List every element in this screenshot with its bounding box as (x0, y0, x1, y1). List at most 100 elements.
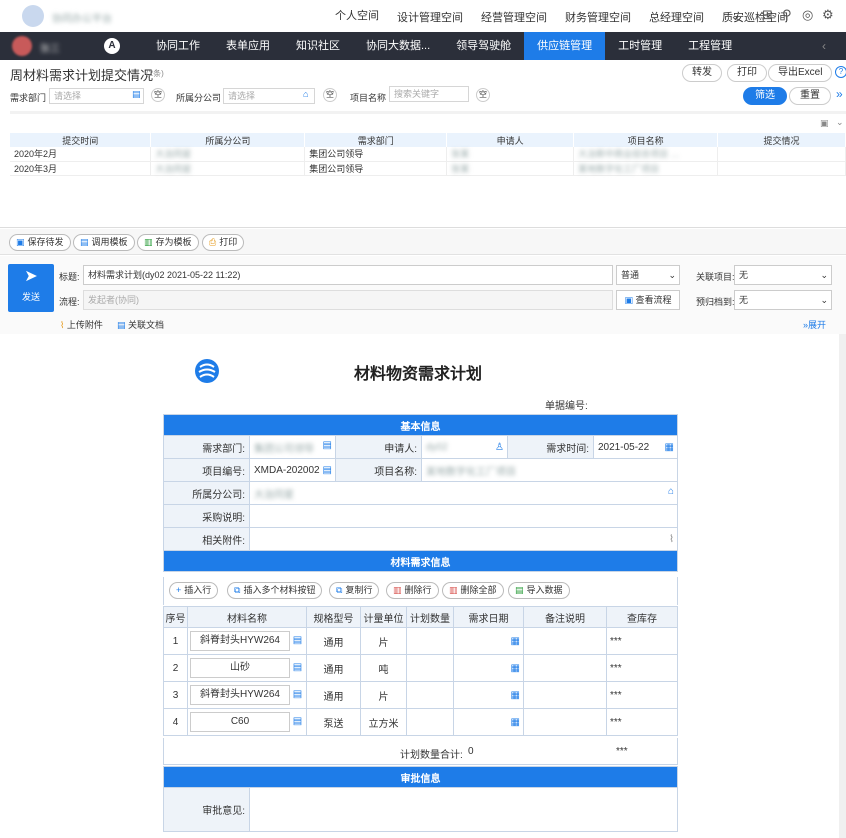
insert-row-button[interactable]: + 插入行 (169, 582, 219, 599)
save-template-button[interactable]: ▥ 存为模板 (137, 234, 199, 251)
space-tab[interactable]: 个人空间 (326, 2, 388, 34)
date-cell[interactable]: ▦ (453, 654, 524, 682)
material-name-input[interactable]: 斜脊封头HYW264 (190, 685, 290, 705)
table-row[interactable]: 2020年3月 大治同星 集团公司领导 张某 某地数字化工厂项目 (10, 161, 846, 176)
search-icon[interactable]: ⚲ (782, 7, 792, 23)
module-tab[interactable]: 领导驾驶舱 (443, 32, 524, 60)
gear-icon[interactable]: ⚙ (822, 7, 834, 23)
quantity-cell[interactable] (406, 654, 454, 682)
date-field[interactable]: 2021-05-22 ▦ (593, 435, 678, 459)
remark-cell[interactable] (523, 627, 607, 655)
delete-row-button[interactable]: ▥ 删除行 (386, 582, 439, 599)
org-icon[interactable]: ▤ (323, 440, 335, 451)
material-name-cell[interactable]: 斜脊封头HYW264 ▤ (187, 627, 307, 655)
chevron-down-icon[interactable]: ⌄ (836, 117, 844, 128)
dept-field[interactable]: 集团公司领导 ▤ (249, 435, 336, 459)
project-no-field[interactable]: XMDA-202002 ▤ (249, 458, 336, 482)
save-draft-button[interactable]: ▣ 保存待发 (9, 234, 71, 251)
stock-cell[interactable]: *** (606, 654, 678, 682)
quantity-cell[interactable] (406, 708, 454, 736)
remark-cell[interactable] (523, 654, 607, 682)
insert-multi-button[interactable]: ⧉ 插入多个材料按钮 (227, 582, 323, 599)
calendar-icon[interactable]: ▦ (511, 717, 520, 728)
material-name-cell[interactable]: 山砂 ▤ (187, 654, 307, 682)
filter-project-input[interactable]: 搜索关键字 (389, 86, 469, 102)
module-tab[interactable]: 知识社区 (283, 32, 353, 60)
priority-select[interactable]: 普通 ⌄ (616, 265, 680, 285)
stock-cell[interactable]: *** (606, 681, 678, 709)
export-excel-button[interactable]: 导出Excel (768, 64, 833, 82)
date-cell[interactable]: ▦ (453, 681, 524, 709)
org-icon[interactable]: ▤ (132, 89, 141, 100)
material-name-input[interactable]: 山砂 (190, 658, 290, 678)
applicant-field[interactable]: dy02 ♙ (421, 435, 508, 459)
material-name-input[interactable]: 斜脊封头HYW264 (190, 631, 290, 651)
delete-all-button[interactable]: ▥ 删除全部 (442, 582, 504, 599)
module-tab[interactable]: 工时管理 (605, 32, 675, 60)
paperclip-icon[interactable]: ⌇ (669, 534, 677, 545)
list-icon[interactable]: ▤ (293, 689, 302, 700)
home-icon[interactable]: A (104, 38, 120, 54)
bank-icon[interactable]: ⌂ (668, 486, 677, 497)
list-icon[interactable]: ▤ (293, 716, 302, 727)
material-name-cell[interactable]: 斜脊封头HYW264 ▤ (187, 681, 307, 709)
project-name-field[interactable]: 某地数字化工厂项目 (421, 458, 678, 482)
filter-button[interactable]: 筛选 (743, 87, 787, 105)
remark-cell[interactable] (523, 681, 607, 709)
view-flow-button[interactable]: ▣ 查看流程 (616, 290, 680, 310)
send-button[interactable]: ➤ 发送 (8, 264, 54, 312)
stock-cell[interactable]: *** (606, 708, 678, 736)
calendar-icon[interactable]: ▦ (511, 690, 520, 701)
help-icon[interactable]: ? (835, 66, 846, 78)
message-icon[interactable]: ◎ (802, 7, 813, 23)
list-icon[interactable]: ▤ (323, 465, 335, 476)
double-chevron-right-icon[interactable]: » (836, 87, 843, 101)
purchase-note-field[interactable] (249, 504, 678, 528)
module-tab[interactable]: 表单应用 (213, 32, 283, 60)
clear-button[interactable]: 空 (476, 88, 490, 102)
bank-icon[interactable]: ⌂ (303, 89, 308, 99)
filter-dept-input[interactable]: 请选择 (49, 88, 144, 104)
collapse-icon[interactable]: ▣ (820, 118, 829, 129)
attachment-field[interactable]: ⌇ (249, 527, 678, 551)
import-data-button[interactable]: ▤ 导入数据 (508, 582, 570, 599)
space-tab[interactable]: 总经理空间 (640, 2, 713, 34)
user-icon[interactable]: ♙ (495, 442, 507, 453)
space-tab[interactable]: 经营管理空间 (472, 2, 556, 34)
scrollbar[interactable] (839, 334, 846, 838)
related-project-select[interactable]: 无 ⌄ (734, 265, 832, 285)
table-row[interactable]: 2020年2月 大治同星 集团公司领导 张某 大冶新中商业综合项目 … (10, 147, 846, 162)
archive-select[interactable]: 无 ⌄ (734, 290, 832, 310)
remark-cell[interactable] (523, 708, 607, 736)
company-field[interactable]: 大治同星 ⌂ (249, 481, 678, 505)
module-tab[interactable]: 协同工作 (143, 32, 213, 60)
clear-button[interactable]: 空 (151, 88, 165, 102)
flow-input[interactable]: 发起者(协同) (83, 290, 613, 310)
material-name-input[interactable]: C60 (190, 712, 290, 732)
date-cell[interactable]: ▦ (453, 627, 524, 655)
chevron-left-icon[interactable]: ‹ (822, 39, 826, 53)
calendar-icon[interactable]: ▦ (665, 442, 677, 453)
upload-attachment-link[interactable]: ⌇ 上传附件 (60, 318, 103, 331)
stock-cell[interactable]: *** (606, 627, 678, 655)
copy-row-button[interactable]: ⧉ 复制行 (329, 582, 380, 599)
calendar-icon[interactable]: ▦ (511, 663, 520, 674)
module-tab[interactable]: 工程管理 (675, 32, 745, 60)
filter-company-input[interactable]: 请选择 (223, 88, 315, 104)
chevron-down-icon[interactable]: ⌄ (730, 8, 741, 24)
approval-opinion-field[interactable] (249, 787, 678, 832)
avatar[interactable] (12, 36, 32, 56)
quantity-cell[interactable] (406, 627, 454, 655)
date-cell[interactable]: ▦ (453, 708, 524, 736)
module-tab[interactable]: 供应链管理 (524, 32, 606, 60)
use-template-button[interactable]: ▤ 调用模板 (73, 234, 135, 251)
print-form-button[interactable]: ⎙ 打印 (202, 234, 245, 251)
material-name-cell[interactable]: C60 ▤ (187, 708, 307, 736)
forward-button[interactable]: 转发 (682, 64, 722, 82)
space-tab[interactable]: 设计管理空间 (388, 2, 472, 34)
expand-link[interactable]: »展开 (803, 318, 826, 331)
list-icon[interactable]: ▤ (293, 635, 302, 646)
reset-button[interactable]: 重置 (789, 87, 831, 105)
module-tab[interactable]: 协同大数据... (353, 32, 443, 60)
space-tab[interactable]: 财务管理空间 (556, 2, 640, 34)
